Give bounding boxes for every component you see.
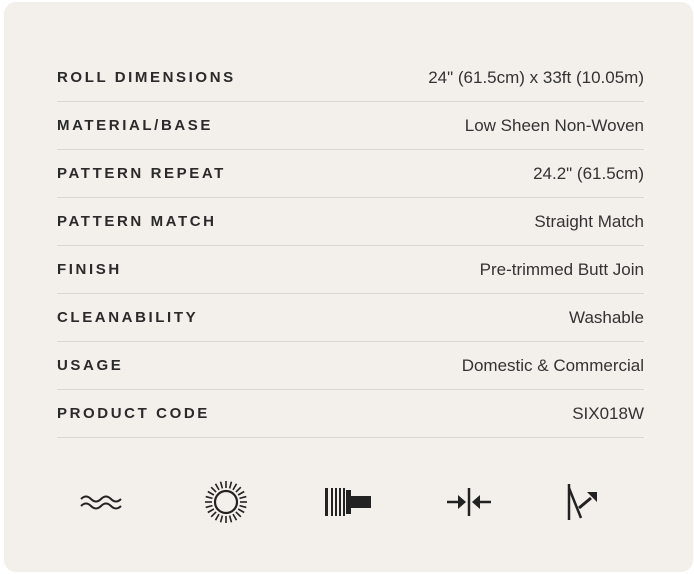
spec-label: CLEANABILITY (57, 309, 199, 326)
spec-label: MATERIAL/BASE (57, 117, 214, 134)
spec-label: PATTERN REPEAT (57, 165, 226, 182)
spec-value: SIX018W (572, 403, 644, 423)
spec-row-roll-dimensions: ROLL DIMENSIONS 24" (61.5cm) x 33ft (10.… (57, 54, 644, 102)
specifications-card: ROLL DIMENSIONS 24" (61.5cm) x 33ft (10.… (4, 2, 693, 572)
specifications-table: ROLL DIMENSIONS 24" (61.5cm) x 33ft (10.… (57, 54, 644, 438)
spec-value: 24.2" (61.5cm) (533, 163, 644, 183)
spec-value: Washable (569, 307, 644, 327)
spec-label: FINISH (57, 261, 122, 278)
spec-value: Straight Match (534, 211, 644, 231)
light-fastness-icon (196, 472, 256, 532)
spec-row-pattern-repeat: PATTERN REPEAT 24.2" (61.5cm) (57, 150, 644, 198)
spec-label: PRODUCT CODE (57, 405, 210, 422)
spec-value: Pre-trimmed Butt Join (479, 259, 644, 279)
spec-value: 24" (61.5cm) x 33ft (10.05m) (428, 67, 644, 87)
spec-row-finish: FINISH Pre-trimmed Butt Join (57, 246, 644, 294)
spec-value: Low Sheen Non-Woven (464, 115, 644, 135)
spec-row-material-base: MATERIAL/BASE Low Sheen Non-Woven (57, 102, 644, 150)
care-icons-row (57, 472, 644, 532)
spec-label: PATTERN MATCH (57, 213, 217, 230)
spec-row-product-code: PRODUCT CODE SIX018W (57, 390, 644, 438)
spec-row-usage: USAGE Domestic & Commercial (57, 342, 644, 390)
paste-the-wall-icon (317, 472, 377, 532)
spec-row-pattern-match: PATTERN MATCH Straight Match (57, 198, 644, 246)
butt-join-icon (439, 472, 499, 532)
peelable-icon (552, 472, 612, 532)
washable-icon (71, 472, 131, 532)
spec-value: Domestic & Commercial (461, 355, 644, 375)
spec-label: ROLL DIMENSIONS (57, 69, 236, 86)
spec-label: USAGE (57, 357, 124, 374)
spec-row-cleanability: CLEANABILITY Washable (57, 294, 644, 342)
